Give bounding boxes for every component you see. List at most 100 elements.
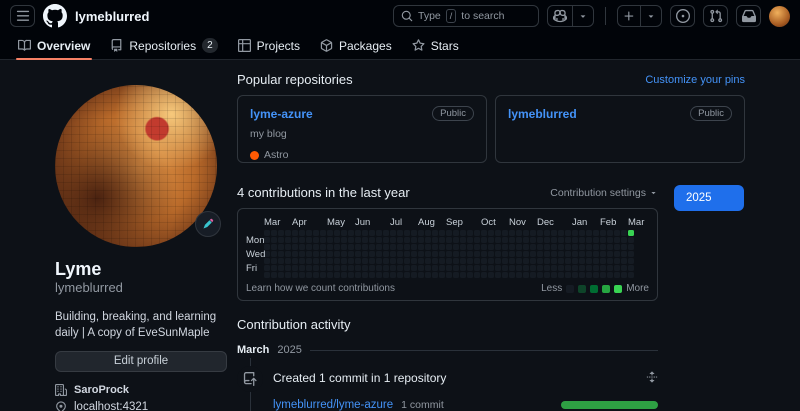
contribution-cell[interactable] <box>348 230 354 236</box>
contribution-cell[interactable] <box>509 265 515 271</box>
contribution-cell[interactable] <box>621 251 627 257</box>
contribution-cell[interactable] <box>271 251 277 257</box>
issues-button[interactable] <box>670 5 695 27</box>
contribution-cell[interactable] <box>425 265 431 271</box>
contribution-cell[interactable] <box>271 244 277 250</box>
contribution-cell[interactable] <box>586 258 592 264</box>
contribution-cell[interactable] <box>460 251 466 257</box>
contribution-cell[interactable] <box>264 237 270 243</box>
contribution-cell[interactable] <box>502 244 508 250</box>
contribution-cell[interactable] <box>376 230 382 236</box>
contribution-cell[interactable] <box>390 230 396 236</box>
contribution-cell[interactable] <box>390 272 396 278</box>
contribution-cell[interactable] <box>348 244 354 250</box>
tab-projects[interactable]: Projects <box>228 32 310 59</box>
contribution-cell[interactable] <box>390 258 396 264</box>
contribution-cell[interactable] <box>614 244 620 250</box>
contribution-cell[interactable] <box>446 272 452 278</box>
contribution-cell[interactable] <box>418 265 424 271</box>
contribution-cell[interactable] <box>565 272 571 278</box>
contribution-cell[interactable] <box>453 244 459 250</box>
contribution-cell[interactable] <box>523 230 529 236</box>
contribution-cell[interactable] <box>397 237 403 243</box>
contribution-cell[interactable] <box>299 265 305 271</box>
contribution-cell[interactable] <box>607 258 613 264</box>
year-2025-button[interactable]: 2025 <box>674 185 744 211</box>
contribution-cell[interactable] <box>271 265 277 271</box>
contribution-cell[interactable] <box>572 258 578 264</box>
contribution-cell[interactable] <box>453 258 459 264</box>
contribution-cell[interactable] <box>516 237 522 243</box>
contribution-cell[interactable] <box>474 237 480 243</box>
contribution-cell[interactable] <box>502 265 508 271</box>
contribution-cell[interactable] <box>495 237 501 243</box>
contribution-cell[interactable] <box>467 258 473 264</box>
contribution-cell[interactable] <box>614 272 620 278</box>
contribution-cell[interactable] <box>600 265 606 271</box>
contribution-cell[interactable] <box>341 230 347 236</box>
status-emoji-badge[interactable] <box>195 211 221 237</box>
contribution-cell[interactable] <box>621 237 627 243</box>
contribution-cell[interactable] <box>544 244 550 250</box>
contribution-settings-dropdown[interactable]: Contribution settings <box>550 187 658 199</box>
contribution-cell[interactable] <box>558 230 564 236</box>
contribution-cell[interactable] <box>271 272 277 278</box>
contribution-cell[interactable] <box>453 230 459 236</box>
contribution-cell[interactable] <box>383 272 389 278</box>
contribution-cell[interactable] <box>537 244 543 250</box>
contribution-cell[interactable] <box>348 251 354 257</box>
contribution-cell[interactable] <box>593 244 599 250</box>
contribution-cell[interactable] <box>593 230 599 236</box>
profile-organization[interactable]: SaroProck <box>55 384 227 396</box>
contribution-cell[interactable] <box>369 237 375 243</box>
contribution-cell[interactable] <box>390 237 396 243</box>
contribution-cell[interactable] <box>516 272 522 278</box>
contribution-cell[interactable] <box>299 237 305 243</box>
contribution-cell[interactable] <box>320 251 326 257</box>
contribution-cell[interactable] <box>572 272 578 278</box>
contribution-cell[interactable] <box>516 251 522 257</box>
contribution-cell[interactable] <box>474 258 480 264</box>
contribution-cell[interactable] <box>628 258 634 264</box>
contribution-cell[interactable] <box>362 265 368 271</box>
contribution-cell[interactable] <box>306 258 312 264</box>
customize-pins-link[interactable]: Customize your pins <box>645 74 745 86</box>
contribution-cell[interactable] <box>383 244 389 250</box>
contribution-cell[interactable] <box>285 244 291 250</box>
contribution-cell[interactable] <box>439 258 445 264</box>
contribution-cell[interactable] <box>306 237 312 243</box>
contribution-cell[interactable] <box>320 244 326 250</box>
contribution-cell[interactable] <box>327 251 333 257</box>
contribution-cell[interactable] <box>607 230 613 236</box>
contribution-cell[interactable] <box>285 237 291 243</box>
contribution-cell[interactable] <box>474 244 480 250</box>
contribution-cell[interactable] <box>586 272 592 278</box>
contribution-cell[interactable] <box>404 230 410 236</box>
contribution-cell[interactable] <box>593 258 599 264</box>
contribution-cell[interactable] <box>334 237 340 243</box>
contribution-cell[interactable] <box>502 230 508 236</box>
contribution-cell[interactable] <box>376 265 382 271</box>
contribution-cell[interactable] <box>369 265 375 271</box>
contribution-cell[interactable] <box>523 251 529 257</box>
tab-repositories[interactable]: Repositories 2 <box>100 32 227 59</box>
contribution-cell[interactable] <box>621 244 627 250</box>
contribution-cell[interactable] <box>439 251 445 257</box>
contribution-cell[interactable] <box>488 251 494 257</box>
contribution-cell[interactable] <box>362 258 368 264</box>
contribution-cell[interactable] <box>537 258 543 264</box>
github-logo[interactable] <box>43 4 67 28</box>
contribution-cell[interactable] <box>523 237 529 243</box>
contribution-cell[interactable] <box>460 237 466 243</box>
contribution-cell[interactable] <box>628 244 634 250</box>
contribution-cell[interactable] <box>334 265 340 271</box>
contribution-cell[interactable] <box>628 272 634 278</box>
contribution-cell[interactable] <box>313 258 319 264</box>
contribution-cell[interactable] <box>425 251 431 257</box>
contribution-cell[interactable] <box>621 265 627 271</box>
contribution-cell[interactable] <box>376 272 382 278</box>
contribution-cell[interactable] <box>446 251 452 257</box>
contribution-cell[interactable] <box>271 230 277 236</box>
contribution-cell[interactable] <box>565 244 571 250</box>
contribution-cell[interactable] <box>488 230 494 236</box>
